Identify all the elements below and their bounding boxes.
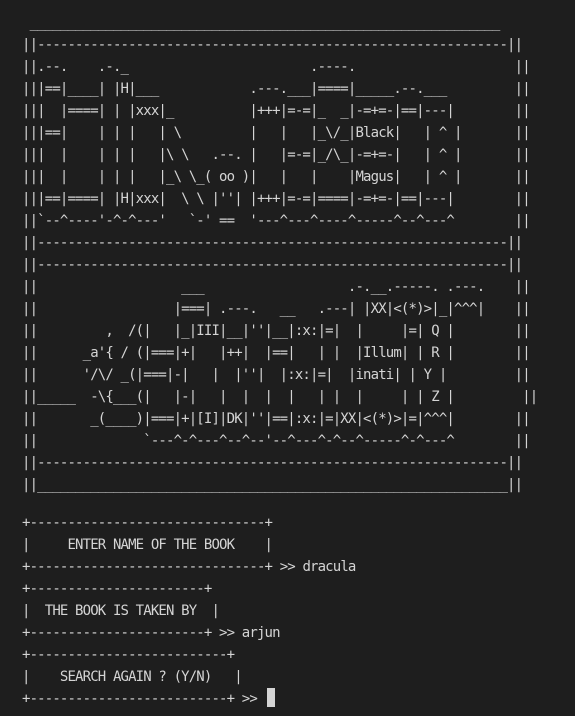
taken-by-box-bottom: +-----------------------+ (22, 625, 212, 641)
taken-by-box-bottom-row: +-----------------------+ >> arjun (22, 622, 281, 644)
book-name-box-label: | ENTER NAME OF THE BOOK | (22, 537, 273, 553)
banner-art-line: || ___ .-.__.-----. .---. || (22, 279, 531, 295)
taken-by-prompt: >> (211, 625, 242, 641)
book-name-box-bottom: +-------------------------------+ (22, 559, 273, 575)
book-name-input-value: dracula (302, 559, 356, 575)
book-name-box-top: +-------------------------------+ (22, 515, 273, 531)
search-again-box-top: +--------------------------+ (22, 647, 235, 663)
banner-art-line: || `---^-^---^--^--'--^---^-^--^-----^-^… (22, 433, 531, 449)
banner-art-line: |||==| | | | | \ | | |_\/_|Black| | ^ | … (22, 125, 531, 141)
banner-art-line: || |===| .---. __ .---| |XX|<(*)>|_|^^^|… (22, 301, 531, 317)
search-again-box-bottom-row[interactable]: +--------------------------+ >> (22, 688, 275, 710)
banner-art-line: ||| |====| | |xxx|_ |+++|=-=|_ _|-=+=-|=… (22, 103, 531, 119)
taken-by-value: arjun (241, 625, 281, 641)
banner-art-line: ||--------------------------------------… (22, 235, 523, 251)
search-again-box-label: | SEARCH AGAIN ? (Y/N) | (22, 669, 243, 685)
search-again-box-bottom: +--------------------------+ (22, 691, 235, 707)
banner-art-line: ________________________________________… (22, 15, 501, 31)
banner-art-line: ||--------------------------------------… (22, 257, 523, 273)
banner-art-line: ||--------------------------------------… (22, 37, 523, 53)
banner-art-line: ||______________________________________… (22, 477, 523, 493)
banner-art-line: ||`--^----'-^-^---' `-' == '---^---^----… (22, 213, 531, 229)
banner-art-line: |||==|====| |H|xxx| \ \ |''| |+++|=-=|==… (22, 191, 531, 207)
banner-art-line: || '/\/ _(|===|-| | |''| |:x:|=| |inati|… (22, 367, 531, 383)
terminal-window[interactable]: ________________________________________… (0, 0, 575, 716)
taken-by-box-label: | THE BOOK IS TAKEN BY | (22, 603, 220, 619)
banner-art-line: |||==|____| |H|___ .---.___|====|_____.-… (22, 81, 531, 97)
text-cursor (266, 688, 275, 707)
banner-art-line: ||| | | | | |\ \ .--. | |=-=|_/\_|-=+=-|… (22, 147, 531, 163)
banner-art-line: ||| | | | | |_\ \_( oo )| | | |Magus| | … (22, 169, 531, 185)
banner-art-line: || _a'{ / (|===|+| |++| |==| | | |Illum|… (22, 345, 531, 361)
banner-art-line: || _(____)|===|+|[I]|DK|''|==|:x:|=|XX|<… (22, 411, 531, 427)
book-name-prompt: >> (272, 559, 303, 575)
banner-art-line: || , /(| |_|III|__|''|__|:x:|=| | |=| Q … (22, 323, 531, 339)
banner-art-line: ||--------------------------------------… (22, 455, 523, 471)
library-ascii-banner: ________________________________________… (22, 12, 538, 496)
book-name-box-bottom-row: +-------------------------------+ >> dra… (22, 556, 356, 578)
banner-art-line: ||_____ -\{___(| |-| | | | | | | | | | Z… (22, 389, 538, 405)
banner-art-line: ||.--. .-._ .----. || (22, 59, 531, 75)
search-again-prompt: >> (234, 691, 265, 707)
taken-by-box-top: +-----------------------+ (22, 581, 212, 597)
